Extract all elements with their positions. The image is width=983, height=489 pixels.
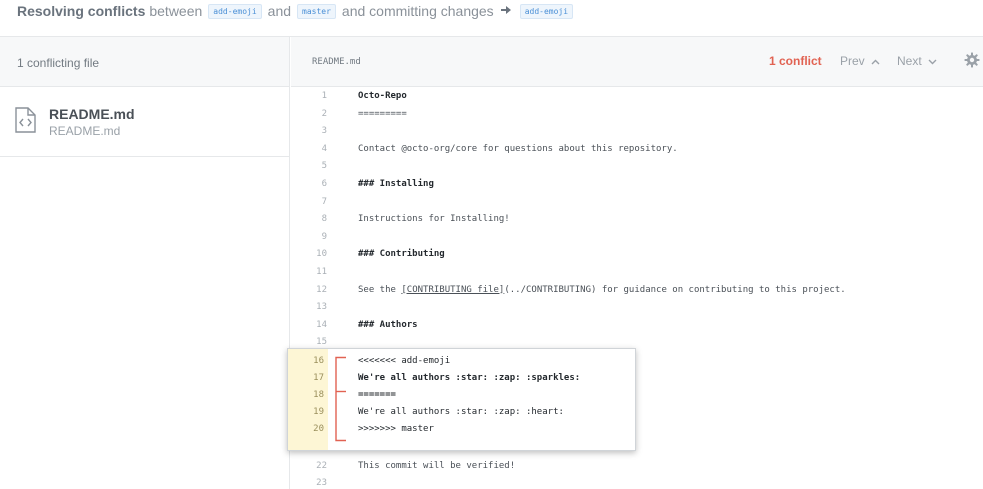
title-word-committing: and committing changes bbox=[341, 3, 494, 19]
conflict-line: 16 <<<<<<< add-emoji bbox=[288, 353, 635, 370]
code-line: 9 bbox=[291, 229, 983, 246]
title-bold: Resolving conflicts bbox=[17, 3, 146, 19]
line-number: 1 bbox=[321, 91, 327, 101]
line-number: 22 bbox=[316, 460, 327, 471]
code-line: 5 bbox=[291, 158, 983, 175]
code-line: 12 See the [CONTRIBUTING file](../CONTRIB… bbox=[291, 282, 983, 299]
line-number: 11 bbox=[316, 267, 327, 277]
line-number: 7 bbox=[321, 196, 327, 207]
line-text: See the [CONTRIBUTING file](../CONTRIBUT… bbox=[358, 282, 846, 299]
line-number: 13 bbox=[316, 302, 327, 313]
conflict-file-sidebar: 1 conflicting file README.md README.md bbox=[0, 37, 290, 489]
line-number: 8 bbox=[321, 214, 327, 225]
code-line: 10 ### Contributing bbox=[291, 246, 983, 263]
line-number: 17 bbox=[313, 373, 324, 383]
line-text: We're all authors :star: :zap: :heart: bbox=[358, 407, 564, 417]
code-line: 14 ### Authors bbox=[291, 317, 983, 334]
editor-toolbar: README.md 1 conflict Prev Next bbox=[291, 37, 983, 87]
line-text: We're all authors :star: :zap: :sparkles… bbox=[358, 373, 581, 383]
branch-source[interactable]: add-emoji bbox=[208, 3, 262, 19]
line-number: 9 bbox=[321, 231, 327, 242]
code-line: 3 bbox=[291, 123, 983, 140]
line-number: 20 bbox=[313, 424, 324, 434]
line-text: ======= bbox=[358, 390, 396, 400]
code-line: 11 bbox=[291, 264, 983, 281]
line-text: Octo-Repo bbox=[358, 91, 407, 101]
line-number: 3 bbox=[321, 126, 327, 137]
conflict-title: Resolving conflicts between add-emoji an… bbox=[17, 3, 579, 19]
editor-filename: README.md bbox=[312, 57, 361, 67]
line-number: 19 bbox=[313, 407, 324, 417]
arrow-right-icon bbox=[500, 4, 512, 18]
prev-label: Prev bbox=[840, 54, 865, 68]
line-text: Contact @octo-org/core for questions abo… bbox=[358, 143, 678, 154]
next-label: Next bbox=[897, 54, 922, 68]
title-word-and: and bbox=[267, 3, 292, 19]
conflict-line: 17 We're all authors :star: :zap: :sparkl… bbox=[288, 370, 635, 387]
line-number: 5 bbox=[321, 161, 327, 172]
code-line: 1 Octo-Repo bbox=[291, 88, 983, 105]
line-number: 16 bbox=[313, 356, 324, 366]
line-number: 10 bbox=[316, 249, 327, 260]
file-code-icon bbox=[14, 107, 36, 133]
code-line: 6 ### Installing bbox=[291, 176, 983, 193]
conflict-line: 18 ======= bbox=[288, 387, 635, 404]
file-path: README.md bbox=[49, 124, 121, 138]
line-text: Instructions for Installing! bbox=[358, 214, 510, 225]
contributing-link[interactable]: [CONTRIBUTING file] bbox=[401, 285, 504, 295]
line-number: 18 bbox=[313, 390, 324, 400]
conflict-block[interactable]: 16 <<<<<<< add-emoji 17 We're all authors :… bbox=[287, 348, 636, 451]
chevron-up-icon bbox=[871, 57, 880, 67]
line-text: ========= bbox=[358, 108, 407, 119]
line-number: 2 bbox=[321, 108, 327, 119]
branch-commit[interactable]: add-emoji bbox=[519, 3, 574, 19]
line-text-pre: See the bbox=[358, 284, 402, 295]
line-number: 14 bbox=[316, 319, 327, 330]
code-line: 22 This commit will be verified! bbox=[291, 458, 983, 475]
code-line: 13 bbox=[291, 299, 983, 316]
code-line: 7 bbox=[291, 194, 983, 211]
title-word-between: between bbox=[149, 3, 203, 19]
code-line: 23 bbox=[291, 475, 983, 489]
conflict-count: 1 conflict bbox=[769, 54, 822, 68]
code-line: 8 Instructions for Installing! bbox=[291, 211, 983, 228]
gear-icon[interactable] bbox=[964, 52, 980, 68]
line-number: 12 bbox=[316, 284, 327, 295]
conflict-line: 19 We're all authors :star: :zap: :heart: bbox=[288, 404, 635, 421]
line-number: 23 bbox=[316, 478, 327, 489]
sidebar-header: 1 conflicting file bbox=[0, 37, 289, 87]
chevron-down-icon bbox=[928, 57, 937, 67]
line-text: ### Installing bbox=[358, 179, 434, 189]
line-text: >>>>>>> master bbox=[358, 424, 434, 434]
code-line: 2 ========= bbox=[291, 106, 983, 123]
page-header: Resolving conflicts between add-emoji an… bbox=[0, 0, 983, 37]
prev-conflict-button[interactable]: Prev bbox=[840, 54, 880, 68]
file-name: README.md bbox=[49, 106, 135, 122]
next-conflict-button[interactable]: Next bbox=[897, 54, 937, 68]
line-text: ### Contributing bbox=[358, 249, 445, 260]
line-text: ### Authors bbox=[358, 319, 418, 330]
line-text: This commit will be verified! bbox=[358, 460, 516, 471]
line-number: 6 bbox=[321, 179, 327, 189]
branch-target[interactable]: master bbox=[297, 3, 336, 19]
line-number: 4 bbox=[321, 143, 327, 154]
code-line: 4 Contact @octo-org/core for questions ab… bbox=[291, 141, 983, 158]
conflict-line: 20 >>>>>>> master bbox=[288, 421, 635, 438]
line-text: <<<<<<< add-emoji bbox=[358, 356, 451, 366]
line-text-post: (../CONTRIBUTING) for guidance on contri… bbox=[504, 284, 846, 295]
file-list-item[interactable]: README.md README.md bbox=[0, 87, 289, 157]
